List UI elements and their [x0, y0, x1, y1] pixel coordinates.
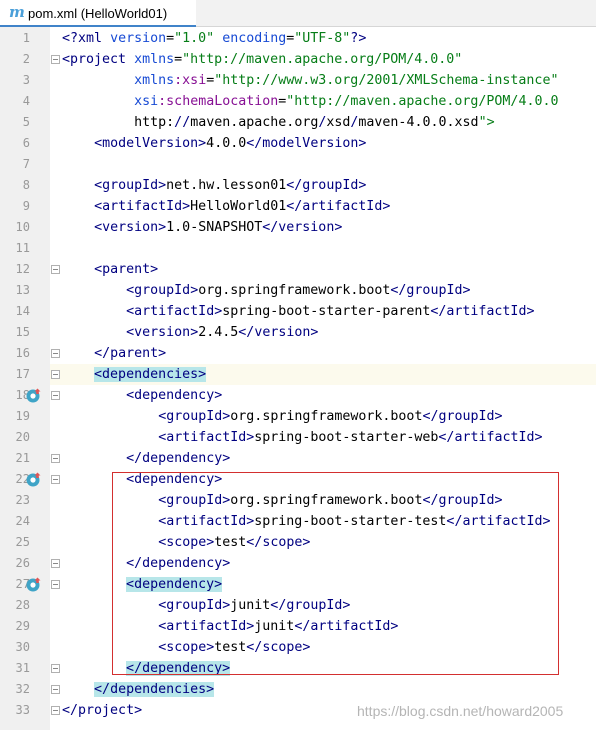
watermark: https://blog.csdn.net/howard2005 [357, 703, 564, 719]
fold-toggle-icon[interactable] [51, 454, 60, 463]
fold-toggle-icon[interactable] [51, 391, 60, 400]
code-line[interactable]: </parent> [62, 343, 166, 364]
line-number: 4 [22, 94, 30, 108]
code-editor[interactable]: 1 <?xml version="1.0" encoding="UTF-8"?> 2… [0, 27, 596, 730]
line-number: 20 [15, 430, 30, 444]
line-number: 25 [15, 535, 30, 549]
code-line[interactable]: <groupId>net.hw.lesson01</groupId> [62, 175, 366, 196]
code-line[interactable]: http://maven.apache.org/xsd/maven-4.0.0.… [62, 112, 494, 133]
code-line[interactable]: </dependency> [62, 448, 230, 469]
tab-title: pom.xml (HelloWorld01) [28, 6, 168, 21]
code-line[interactable]: <dependencies> [62, 364, 207, 385]
line-number: 33 [15, 703, 30, 717]
fold-toggle-icon[interactable] [51, 664, 60, 673]
line-number: 15 [15, 325, 30, 339]
line-number: 28 [15, 598, 30, 612]
line-number: 8 [22, 178, 30, 192]
fold-toggle-icon[interactable] [51, 370, 60, 379]
line-number: 19 [15, 409, 30, 423]
code-line[interactable]: <version>1.0-SNAPSHOT</version> [62, 217, 342, 238]
code-line[interactable]: </project> [62, 700, 142, 721]
line-number: 24 [15, 514, 30, 528]
code-line[interactable]: <artifactId>spring-boot-starter-web</art… [62, 427, 542, 448]
fold-toggle-icon[interactable] [51, 475, 60, 484]
fold-toggle-icon[interactable] [51, 349, 60, 358]
code-line[interactable]: <parent> [62, 259, 158, 280]
line-number: 31 [15, 661, 30, 675]
code-line[interactable]: </dependencies> [62, 679, 215, 700]
code-line[interactable]: <artifactId>spring-boot-starter-parent</… [62, 301, 534, 322]
line-number: 7 [22, 157, 30, 171]
line-number: 17 [15, 367, 30, 381]
line-number: 12 [15, 262, 30, 276]
line-number: 23 [15, 493, 30, 507]
line-number: 6 [22, 136, 30, 150]
line-number: 11 [15, 241, 30, 255]
line-number: 26 [15, 556, 30, 570]
tab-pom-xml[interactable]: m pom.xml (HelloWorld01) [0, 0, 196, 27]
line-number: 21 [15, 451, 30, 465]
maven-override-icon[interactable] [25, 387, 42, 404]
code-line[interactable]: <?xml version="1.0" encoding="UTF-8"?> [62, 28, 366, 49]
line-number: 2 [22, 52, 30, 66]
line-number: 13 [15, 283, 30, 297]
line-number: 1 [22, 31, 30, 45]
code-line[interactable]: <groupId>org.springframework.boot</group… [62, 280, 470, 301]
code-line[interactable]: <project xmlns="http://maven.apache.org/… [62, 49, 462, 70]
maven-override-icon[interactable] [25, 471, 42, 488]
fold-toggle-icon[interactable] [51, 685, 60, 694]
line-number: 9 [22, 199, 30, 213]
line-number: 3 [22, 73, 30, 87]
maven-override-icon[interactable] [25, 576, 42, 593]
code-line[interactable]: <artifactId>HelloWorld01</artifactId> [62, 196, 390, 217]
fold-toggle-icon[interactable] [51, 55, 60, 64]
line-number: 10 [15, 220, 30, 234]
line-number: 32 [15, 682, 30, 696]
code-line[interactable]: xsi:schemaLocation="http://maven.apache.… [62, 91, 558, 112]
code-line[interactable]: <version>2.4.5</version> [62, 322, 318, 343]
code-line[interactable]: xmlns:xsi="http://www.w3.org/2001/XMLSch… [62, 70, 558, 91]
fold-toggle-icon[interactable] [51, 265, 60, 274]
editor-tab-bar: m pom.xml (HelloWorld01) [0, 0, 596, 27]
fold-toggle-icon[interactable] [51, 706, 60, 715]
code-line[interactable]: <modelVersion>4.0.0</modelVersion> [62, 133, 366, 154]
line-number: 5 [22, 115, 30, 129]
code-line[interactable]: <groupId>org.springframework.boot</group… [62, 406, 502, 427]
line-number: 30 [15, 640, 30, 654]
fold-toggle-icon[interactable] [51, 559, 60, 568]
line-number: 14 [15, 304, 30, 318]
line-number: 16 [15, 346, 30, 360]
fold-toggle-icon[interactable] [51, 580, 60, 589]
selection-highlight-box [112, 472, 559, 675]
line-number: 29 [15, 619, 30, 633]
maven-m-icon: m [9, 3, 25, 21]
code-line[interactable]: <dependency> [62, 385, 222, 406]
